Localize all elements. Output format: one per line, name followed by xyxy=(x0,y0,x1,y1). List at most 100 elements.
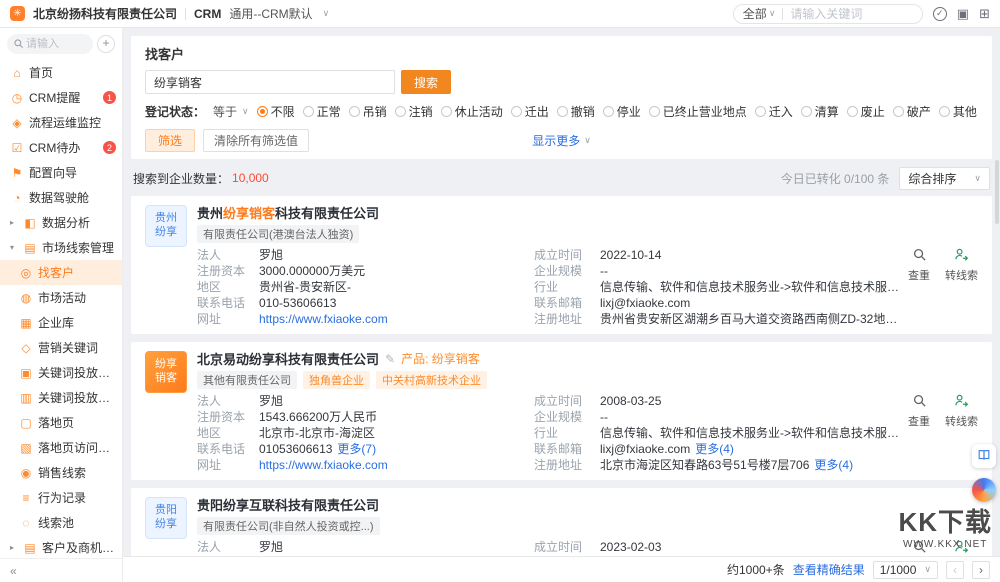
sidebar-subitem[interactable]: ▢ 落地页 xyxy=(0,410,122,435)
status-radio[interactable]: 迁入 xyxy=(755,103,793,120)
website-link[interactable]: https://www.fxiaoke.com xyxy=(259,458,524,473)
search-icon xyxy=(912,393,927,411)
company-logo-text: 销客 xyxy=(155,372,177,386)
sidebar-item[interactable]: ◷ CRM提醒 1 xyxy=(0,85,122,110)
vertical-scrollbar-thumb[interactable] xyxy=(995,160,999,224)
search-scope-select[interactable]: 全部∨ xyxy=(743,5,776,22)
operator-select[interactable]: 等于∨ xyxy=(213,103,249,120)
sidebar-item[interactable]: ▸ ▤ 客户及商机管理 xyxy=(0,535,122,558)
company-name[interactable]: 贵州纷享销客科技有限责任公司 xyxy=(197,203,904,222)
status-radio[interactable]: 其他 xyxy=(939,103,977,120)
sidebar-item[interactable]: ⌂ 首页 xyxy=(0,60,122,85)
show-more-link[interactable]: 显示更多∨ xyxy=(532,132,591,149)
sidebar-subitem[interactable]: ▧ 落地页访问明细 xyxy=(0,435,122,460)
status-radio[interactable]: 吊销 xyxy=(349,103,387,120)
status-radio[interactable]: 不限 xyxy=(257,103,295,120)
to-lead-button[interactable]: 转线索 xyxy=(945,393,978,429)
sidebar-item[interactable]: ◔ 数据驾驶舱 xyxy=(0,185,122,210)
prev-page-button[interactable]: ‹ xyxy=(946,561,964,579)
global-search[interactable]: 全部∨ 请输入关键词 xyxy=(733,4,923,24)
radio-label: 废止 xyxy=(861,103,885,120)
status-radio[interactable]: 撤销 xyxy=(557,103,595,120)
more-link[interactable]: 更多(7) xyxy=(337,442,376,456)
email-value: lixj@fxiaoke.com更多(4) xyxy=(600,442,904,457)
sidebar-item[interactable]: ⚑ 配置向导 xyxy=(0,160,122,185)
status-radio[interactable]: 破产 xyxy=(893,103,931,120)
capital-value: 1543.666200万人民币 xyxy=(259,410,524,425)
apps-grid-icon[interactable]: ⊞ xyxy=(979,6,990,22)
company-search-input[interactable] xyxy=(145,70,395,94)
page-select[interactable]: 1/1000∨ xyxy=(873,561,938,579)
sidebar-subitem[interactable]: ◍ 市场活动 xyxy=(0,285,122,310)
dedupe-button[interactable]: 查重 xyxy=(908,247,930,283)
sidebar-item-icon: ▧ xyxy=(19,441,33,455)
status-radio[interactable]: 休止活动 xyxy=(441,103,503,120)
sort-select[interactable]: 综合排序∨ xyxy=(899,167,990,190)
status-radio[interactable]: 迁出 xyxy=(511,103,549,120)
result-count: 10,000 xyxy=(232,171,269,185)
company-switcher[interactable]: 北京纷扬科技有限责任公司 xyxy=(33,5,177,22)
field-label: 行业 xyxy=(534,426,590,441)
to-lead-button[interactable]: 转线索 xyxy=(945,539,978,556)
company-honor-tag: 中关村高新技术企业 xyxy=(376,371,487,389)
exact-results-link[interactable]: 查看精确结果 xyxy=(793,561,865,578)
search-icon xyxy=(912,247,927,265)
notification-badge: 2 xyxy=(103,141,116,154)
more-link[interactable]: 更多(4) xyxy=(695,442,734,456)
company-name[interactable]: 贵阳纷享互联科技有限责任公司 xyxy=(197,495,904,514)
radio-label: 清算 xyxy=(815,103,839,120)
sidebar-subitem[interactable]: ◉ 销售线索 xyxy=(0,460,122,485)
sidebar-subitem[interactable]: ▦ 企业库 xyxy=(0,310,122,335)
sidebar-subitem[interactable]: ◇ 营销关键词 xyxy=(0,335,122,360)
add-button[interactable]: + xyxy=(97,35,115,53)
collapse-sidebar-button[interactable]: « xyxy=(10,564,17,578)
next-page-button[interactable]: › xyxy=(972,561,990,579)
to-lead-button[interactable]: 转线索 xyxy=(945,247,978,283)
sidebar-search-row: + xyxy=(0,28,122,60)
sidebar-subitem[interactable]: ◌ 线索池 xyxy=(0,510,122,535)
industry-value: 信息传输、软件和信息技术服务业->软件和信息技术服务业 xyxy=(600,280,904,295)
app-logo-icon: ✳ xyxy=(10,6,25,21)
sidebar-item[interactable]: ▸ ◧ 数据分析 xyxy=(0,210,122,235)
docs-widget-button[interactable] xyxy=(972,444,996,468)
sidebar-item-icon: ◍ xyxy=(19,291,33,305)
sidebar-item-label: 配置向导 xyxy=(29,164,77,181)
sidebar-item[interactable]: ☑ CRM待办 2 xyxy=(0,135,122,160)
edit-icon[interactable]: ✎ xyxy=(385,352,395,366)
scan-icon[interactable]: ▣ xyxy=(957,6,969,22)
clear-filters-button[interactable]: 清除所有筛选值 xyxy=(203,129,309,152)
company-honor-tag: 独角兽企业 xyxy=(303,371,370,389)
company-card: 贵阳 纷享 贵阳纷享互联科技有限责任公司 有限责任公司(非自然人投资或控...)… xyxy=(131,488,992,556)
chevron-down-icon: ∨ xyxy=(974,173,981,184)
divider xyxy=(185,8,186,20)
status-radio[interactable]: 正常 xyxy=(303,103,341,120)
sidebar-item-label: 找客户 xyxy=(38,264,74,281)
sidebar-subitem[interactable]: ≡ 行为记录 xyxy=(0,485,122,510)
dedupe-button[interactable]: 查重 xyxy=(908,393,930,429)
dedupe-button[interactable]: 查重 xyxy=(908,539,930,556)
sidebar-item-label: 客户及商机管理 xyxy=(42,539,116,556)
status-radio[interactable]: 清算 xyxy=(801,103,839,120)
check-circle-icon[interactable]: ✓ xyxy=(933,7,947,21)
status-radio[interactable]: 注销 xyxy=(395,103,433,120)
sidebar-subitem[interactable]: ▥ 关键词投放明细 xyxy=(0,385,122,410)
assistant-widget-button[interactable] xyxy=(972,478,996,502)
workspace-switcher[interactable]: 通用--CRM默认 xyxy=(229,5,312,22)
website-link[interactable]: https://www.fxiaoke.com xyxy=(259,312,524,327)
company-name[interactable]: 北京易动纷享科技有限责任公司 ✎ 产品: 纷享销客 xyxy=(197,349,904,368)
sidebar-item[interactable]: ◈ 流程运维监控 xyxy=(0,110,122,135)
status-radio[interactable]: 停业 xyxy=(603,103,641,120)
status-radio[interactable]: 已终止营业地点 xyxy=(649,103,747,120)
sidebar-item-label: 流程运维监控 xyxy=(29,114,101,131)
sidebar-subitem[interactable]: ▣ 关键词投放计划 xyxy=(0,360,122,385)
book-icon xyxy=(977,448,991,465)
status-radio[interactable]: 废止 xyxy=(847,103,885,120)
search-button[interactable]: 搜索 xyxy=(401,70,451,94)
field-label: 注册资本 xyxy=(197,264,249,279)
sidebar-item[interactable]: ▾ ▤ 市场线索管理 xyxy=(0,235,122,260)
sidebar-subitem[interactable]: ◎ 找客户 xyxy=(0,260,122,285)
more-link[interactable]: 更多(4) xyxy=(814,458,853,472)
radio-label: 破产 xyxy=(907,103,931,120)
region-value: 贵州省-贵安新区- xyxy=(259,280,524,295)
filter-button[interactable]: 筛选 xyxy=(145,129,195,152)
